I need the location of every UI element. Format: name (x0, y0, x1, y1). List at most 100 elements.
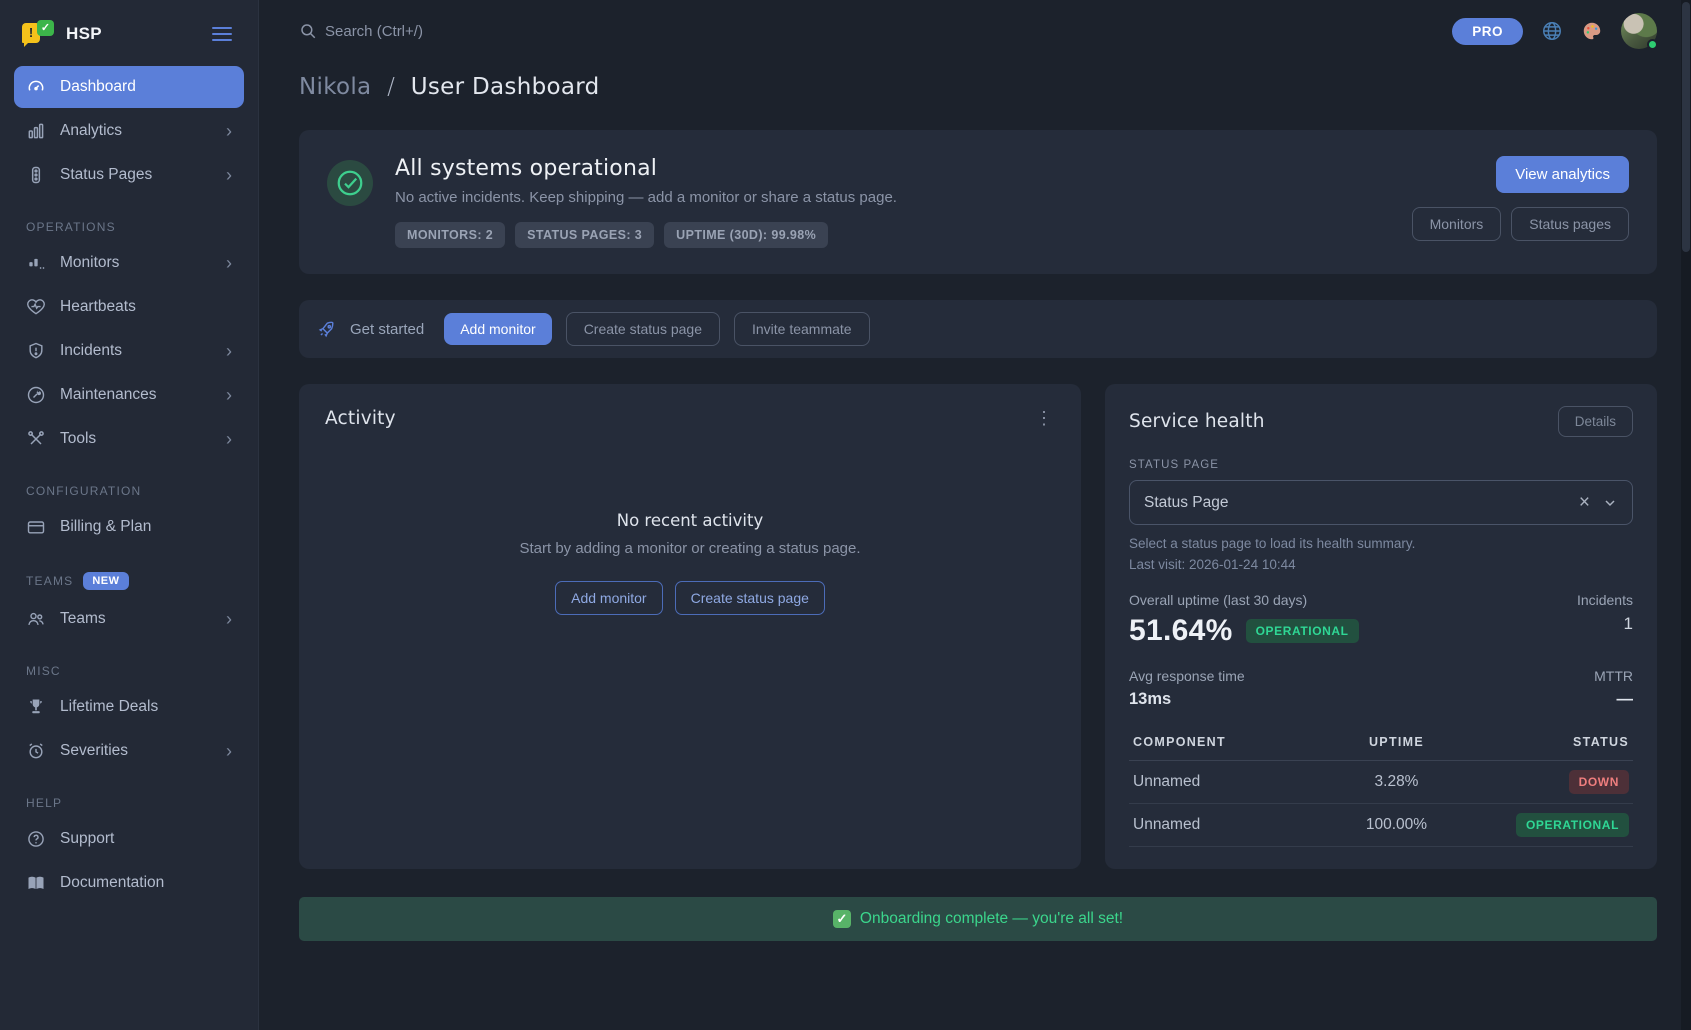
chevron-right-icon: › (226, 610, 232, 628)
col-status: STATUS (1474, 735, 1629, 749)
hero-subtitle: No active incidents. Keep shipping — add… (395, 189, 897, 206)
sidebar-item-label: Analytics (60, 122, 122, 140)
topbar: PRO (299, 0, 1657, 46)
sidebar-item-label: Heartbeats (60, 298, 136, 316)
sidebar-item-label: Support (60, 830, 114, 848)
book-icon (26, 873, 46, 893)
create-status-page-button[interactable]: Create status page (566, 312, 720, 346)
chevron-down-icon (1602, 495, 1618, 511)
uptime-label: Overall uptime (last 30 days) (1129, 592, 1359, 608)
app-logo-icon: ! ✓ (22, 20, 54, 48)
empty-create-status-page-button[interactable]: Create status page (675, 581, 825, 615)
component-name: Unnamed (1133, 773, 1319, 791)
sidebar-item-label: Documentation (60, 874, 164, 892)
sidebar-section-misc: MISC (26, 664, 232, 678)
search-box[interactable] (299, 22, 585, 40)
pro-badge[interactable]: PRO (1452, 18, 1523, 45)
sidebar-item-tools[interactable]: Tools › (14, 418, 244, 460)
credit-card-icon (26, 517, 46, 537)
sidebar-section-teams: TEAMS NEW (26, 572, 232, 590)
activity-title: Activity (325, 408, 1055, 429)
sidebar-toggle-icon[interactable] (208, 23, 236, 45)
onboarding-banner-text: Onboarding complete — you're all set! (860, 910, 1123, 928)
check-circle-icon (327, 160, 373, 206)
kebab-menu-icon[interactable]: ⋮ (1029, 406, 1059, 431)
empty-state-title: No recent activity (617, 511, 763, 530)
empty-add-monitor-button[interactable]: Add monitor (555, 581, 662, 615)
sidebar-item-severities[interactable]: Severities › (14, 730, 244, 772)
breadcrumb-parent[interactable]: Nikola (299, 74, 371, 100)
sidebar-item-heartbeats[interactable]: Heartbeats (14, 286, 244, 328)
globe-icon[interactable] (1541, 20, 1563, 42)
help-circle-icon (26, 829, 46, 849)
sidebar-section-teams-label: TEAMS (26, 574, 73, 588)
shield-alert-icon (26, 341, 46, 361)
user-avatar[interactable] (1621, 13, 1657, 49)
sidebar-item-monitors[interactable]: Monitors › (14, 242, 244, 284)
search-icon (299, 22, 317, 40)
sidebar-item-teams[interactable]: Teams › (14, 598, 244, 640)
sidebar-item-lifetime-deals[interactable]: Lifetime Deals (14, 686, 244, 728)
avg-response-stat: Avg response time 13ms (1129, 668, 1245, 709)
status-page-field-label: STATUS PAGE (1129, 459, 1633, 471)
sidebar-item-maintenances[interactable]: Maintenances › (14, 374, 244, 416)
breadcrumb: Nikola / User Dashboard (299, 74, 1657, 100)
new-badge: NEW (83, 572, 128, 590)
service-health-title: Service health (1129, 411, 1265, 432)
sidebar-item-dashboard[interactable]: Dashboard (14, 66, 244, 108)
sidebar-item-status-pages[interactable]: Status Pages › (14, 154, 244, 196)
status-badge: OPERATIONAL (1516, 813, 1629, 837)
sidebar-section-help: HELP (26, 796, 232, 810)
uptime-value: 51.64% (1129, 614, 1233, 648)
scrollbar-thumb[interactable] (1682, 2, 1690, 252)
rocket-icon (317, 320, 336, 339)
chevron-right-icon: › (226, 386, 232, 404)
clear-selection-icon[interactable]: × (1573, 493, 1596, 512)
component-uptime: 100.00% (1319, 816, 1474, 834)
sidebar-item-support[interactable]: Support (14, 818, 244, 860)
onboarding-banner: ✓ Onboarding complete — you're all set! (299, 897, 1657, 941)
incidents-label: Incidents (1577, 592, 1633, 608)
sidebar-item-incidents[interactable]: Incidents › (14, 330, 244, 372)
invite-teammate-button[interactable]: Invite teammate (734, 312, 870, 346)
sidebar-item-label: Lifetime Deals (60, 698, 158, 716)
status-page-select[interactable]: Status Page × (1129, 480, 1633, 525)
status-hero-card: All systems operational No active incide… (299, 130, 1657, 274)
sidebar-item-analytics[interactable]: Analytics › (14, 110, 244, 152)
hero-stat-pills: MONITORS: 2 STATUS PAGES: 3 UPTIME (30D)… (395, 222, 897, 248)
uptime-status-badge: OPERATIONAL (1246, 619, 1359, 643)
get-started-strip: Get started Add monitor Create status pa… (299, 300, 1657, 358)
service-health-card: Service health Details STATUS PAGE Statu… (1105, 384, 1657, 869)
view-analytics-button[interactable]: View analytics (1496, 156, 1629, 193)
breadcrumb-current: User Dashboard (411, 74, 600, 100)
sidebar-item-label: Billing & Plan (60, 518, 151, 536)
sidebar-item-billing[interactable]: Billing & Plan (14, 506, 244, 548)
breadcrumb-separator: / (387, 74, 395, 100)
hero-actions: View analytics Monitors Status pages (1412, 156, 1629, 248)
sidebar-section-operations: OPERATIONS (26, 220, 232, 234)
details-button[interactable]: Details (1558, 406, 1633, 437)
status-badge: DOWN (1569, 770, 1629, 794)
col-component: COMPONENT (1133, 735, 1319, 749)
search-input[interactable] (325, 23, 585, 40)
col-uptime: UPTIME (1319, 735, 1474, 749)
activity-card: Activity ⋮ No recent activity Start by a… (299, 384, 1081, 869)
chevron-right-icon: › (226, 122, 232, 140)
status-page-select-value: Status Page (1144, 494, 1228, 512)
last-visit-text: Last visit: 2026-01-24 10:44 (1129, 557, 1633, 572)
status-pages-button[interactable]: Status pages (1511, 207, 1629, 241)
sidebar-item-documentation[interactable]: Documentation (14, 862, 244, 904)
check-box-icon: ✓ (833, 910, 851, 928)
monitors-button[interactable]: Monitors (1412, 207, 1502, 241)
sidebar-item-label: Status Pages (60, 166, 152, 184)
add-monitor-button[interactable]: Add monitor (444, 313, 551, 345)
table-row[interactable]: Unnamed 100.00% OPERATIONAL (1129, 804, 1633, 847)
page-scrollbar[interactable] (1681, 0, 1691, 1030)
incidents-value: 1 (1577, 614, 1633, 634)
sidebar-item-label: Severities (60, 742, 128, 760)
palette-icon[interactable] (1581, 20, 1603, 42)
chevron-right-icon: › (226, 742, 232, 760)
incidents-stat: Incidents 1 (1577, 592, 1633, 634)
table-row[interactable]: Unnamed 3.28% DOWN (1129, 761, 1633, 804)
heart-pulse-icon (26, 297, 46, 317)
